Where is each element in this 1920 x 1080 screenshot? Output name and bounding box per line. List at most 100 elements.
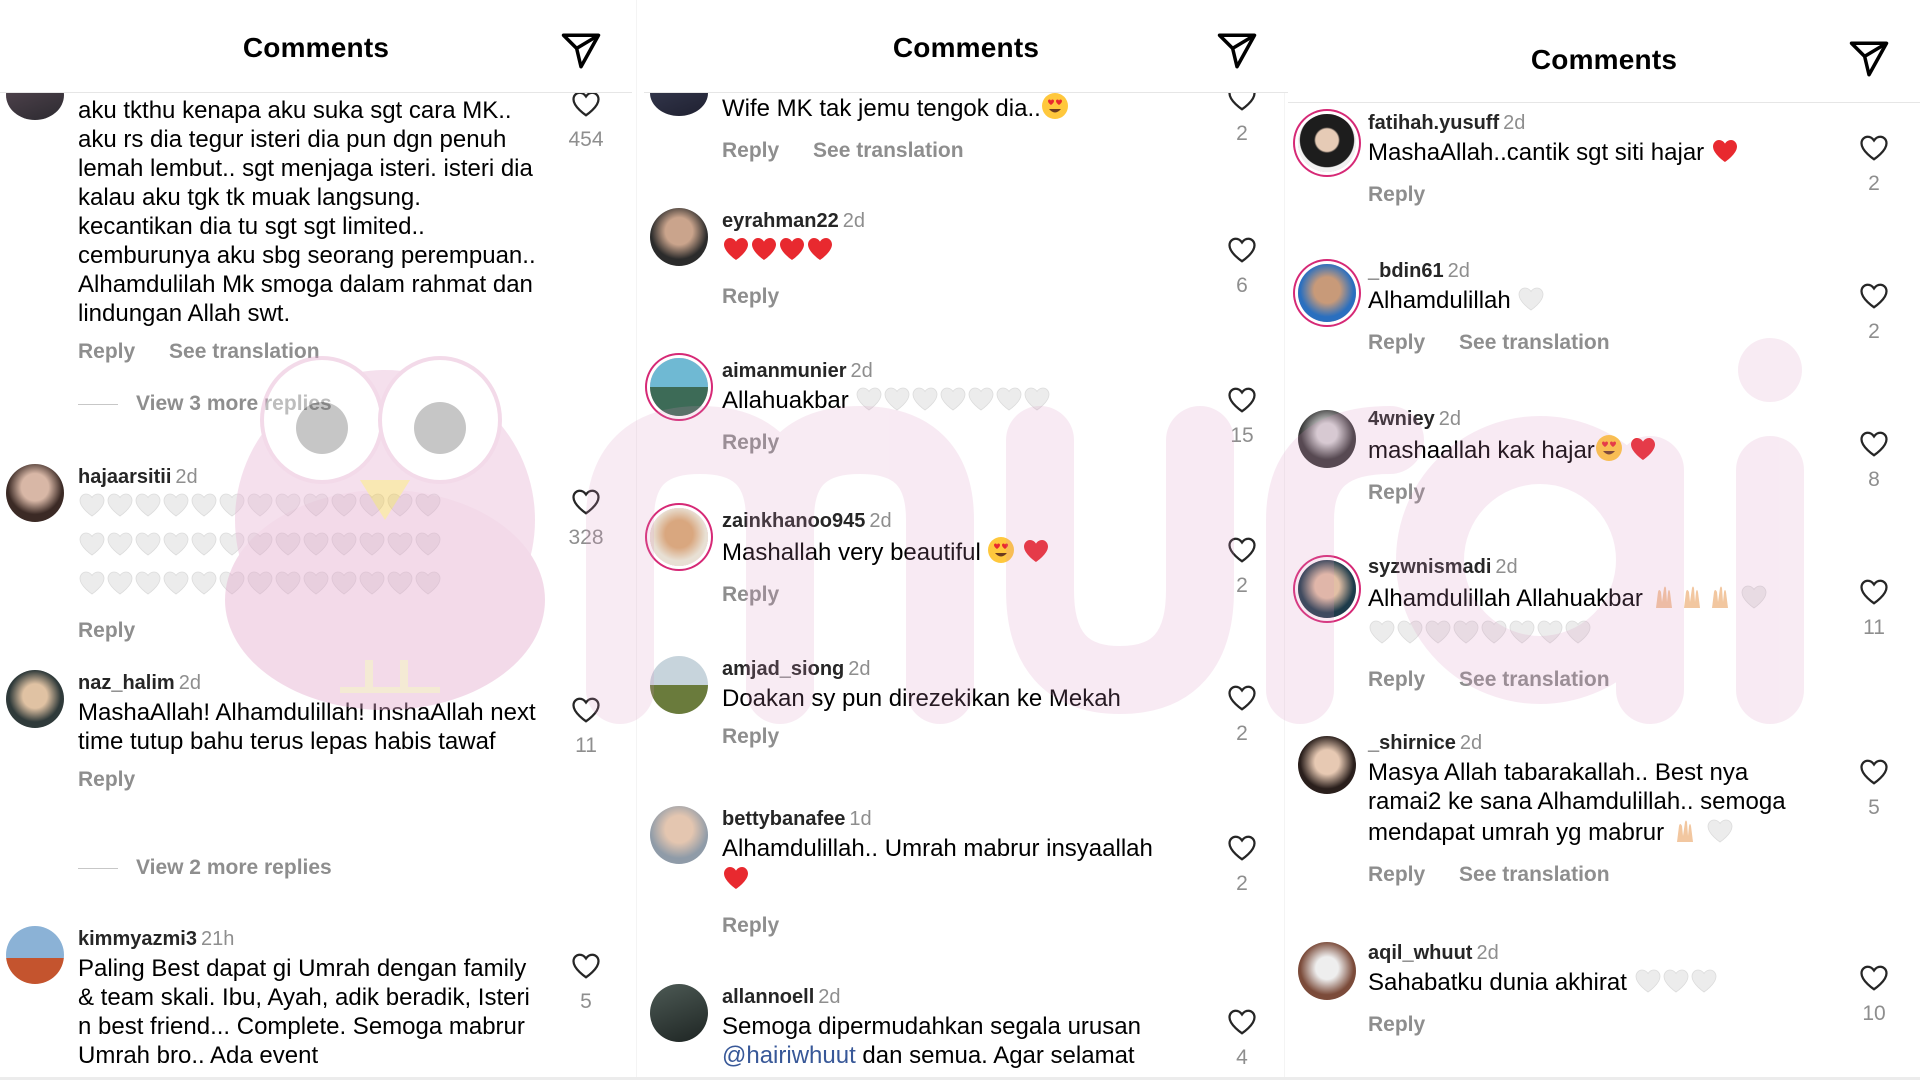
- like-heart-icon[interactable]: [1859, 964, 1889, 992]
- send-icon[interactable]: [1848, 38, 1890, 80]
- comment-actions: Reply: [722, 285, 1196, 309]
- comment-meta: hajaarsitii 2d: [78, 464, 540, 490]
- avatar[interactable]: [6, 464, 64, 522]
- avatar[interactable]: [650, 358, 708, 416]
- see-translation-button[interactable]: See translation: [1459, 863, 1610, 886]
- username[interactable]: aqil_whuut: [1368, 942, 1472, 964]
- username[interactable]: naz_halim: [78, 672, 175, 694]
- view-more-replies[interactable]: View 2 more replies: [78, 856, 332, 880]
- like-heart-icon[interactable]: [571, 696, 601, 724]
- username[interactable]: _shirnice: [1368, 732, 1456, 754]
- mention-link[interactable]: @hairiwhuut: [722, 1042, 856, 1069]
- heart-white-emoji: [78, 531, 106, 568]
- reply-button[interactable]: Reply: [722, 725, 779, 748]
- like-group: 15: [1222, 386, 1262, 448]
- send-icon[interactable]: [560, 30, 602, 72]
- username[interactable]: fatihah.yusuff: [1368, 112, 1499, 134]
- reply-button[interactable]: Reply: [1368, 183, 1425, 206]
- like-count: 2: [1236, 872, 1248, 895]
- username[interactable]: zainkhanoo945: [722, 510, 865, 532]
- avatar[interactable]: [1298, 560, 1356, 618]
- panel-divider: [1284, 0, 1285, 1080]
- username[interactable]: bettybanafee: [722, 808, 845, 830]
- reply-button[interactable]: Reply: [722, 431, 779, 454]
- username[interactable]: aimanmunier: [722, 360, 846, 382]
- avatar[interactable]: [650, 508, 708, 566]
- comments-title: Comments: [242, 32, 390, 63]
- like-heart-icon[interactable]: [1227, 1008, 1257, 1036]
- username[interactable]: amjad_siong: [722, 658, 844, 680]
- heart-white-emoji: [1368, 619, 1396, 656]
- avatar[interactable]: [650, 656, 708, 714]
- like-heart-icon[interactable]: [571, 488, 601, 516]
- heart-white-emoji: [1517, 286, 1545, 319]
- comments-panel-right: Comments fatihah.yusuff 2d MashaAllah..ca…: [1288, 0, 1920, 1080]
- reply-button[interactable]: Reply: [722, 139, 779, 162]
- reply-button[interactable]: Reply: [1368, 331, 1425, 354]
- view-replies-label: View 2 more replies: [136, 856, 332, 879]
- send-icon[interactable]: [1216, 30, 1258, 72]
- like-heart-icon[interactable]: [571, 90, 601, 118]
- like-heart-icon[interactable]: [1227, 386, 1257, 414]
- avatar[interactable]: [650, 984, 708, 1042]
- reply-button[interactable]: Reply: [1368, 863, 1425, 886]
- reply-button[interactable]: Reply: [722, 583, 779, 606]
- like-count: 2: [1236, 722, 1248, 745]
- reply-button[interactable]: Reply: [1368, 1013, 1425, 1036]
- avatar[interactable]: [1298, 942, 1356, 1000]
- avatar[interactable]: [6, 670, 64, 728]
- heart-white-emoji: [106, 531, 134, 568]
- like-heart-icon[interactable]: [1859, 758, 1889, 786]
- like-heart-icon[interactable]: [1227, 684, 1257, 712]
- see-translation-button[interactable]: See translation: [1459, 668, 1610, 691]
- comment-text: Allahuakbar: [722, 386, 1196, 419]
- timestamp: 2d: [842, 210, 865, 232]
- avatar[interactable]: [6, 926, 64, 984]
- username[interactable]: kimmyazmi3: [78, 928, 197, 950]
- avatar[interactable]: [650, 806, 708, 864]
- like-group: 11: [1854, 578, 1894, 640]
- like-heart-icon[interactable]: [1859, 430, 1889, 458]
- like-count: 454: [568, 128, 604, 151]
- reply-button[interactable]: Reply: [78, 340, 135, 363]
- reply-button[interactable]: Reply: [1368, 668, 1425, 691]
- like-heart-icon[interactable]: [1859, 282, 1889, 310]
- see-translation-button[interactable]: See translation: [169, 340, 320, 363]
- comment-text: Alhamdulillah: [1368, 286, 1828, 319]
- reply-button[interactable]: Reply: [78, 619, 135, 642]
- avatar[interactable]: [650, 208, 708, 266]
- reply-button[interactable]: Reply: [78, 768, 135, 791]
- username[interactable]: _bdin61: [1368, 260, 1444, 282]
- white-hearts-row: [78, 492, 540, 529]
- like-heart-icon[interactable]: [1227, 834, 1257, 862]
- reply-button[interactable]: Reply: [1368, 481, 1425, 504]
- like-heart-icon[interactable]: [1859, 578, 1889, 606]
- username[interactable]: eyrahman22: [722, 210, 839, 232]
- see-translation-button[interactable]: See translation: [813, 139, 964, 162]
- avatar[interactable]: [1298, 114, 1356, 172]
- like-heart-icon[interactable]: [1227, 236, 1257, 264]
- comment-actions: Reply See translation: [722, 139, 1196, 163]
- praying-hands-emoji: [1650, 582, 1678, 617]
- comment-meta: fatihah.yusuff 2d: [1368, 110, 1828, 136]
- like-heart-icon[interactable]: [1859, 134, 1889, 162]
- heart-white-emoji: [386, 531, 414, 568]
- username[interactable]: 4wniey: [1368, 408, 1435, 430]
- like-heart-icon[interactable]: [1227, 536, 1257, 564]
- heart-white-emoji: [134, 492, 162, 529]
- see-translation-button[interactable]: See translation: [1459, 331, 1610, 354]
- avatar[interactable]: [1298, 264, 1356, 322]
- username[interactable]: allannoell: [722, 986, 814, 1008]
- comment-text: Paling Best dapat gi Umrah dengan family…: [78, 955, 530, 1069]
- heart-white-emoji: [78, 570, 106, 607]
- avatar[interactable]: [1298, 410, 1356, 468]
- view-more-replies[interactable]: View 3 more replies: [78, 392, 332, 416]
- avatar[interactable]: [1298, 736, 1356, 794]
- username[interactable]: hajaarsitii: [78, 466, 171, 488]
- reply-button[interactable]: Reply: [722, 914, 779, 937]
- like-heart-icon[interactable]: [571, 952, 601, 980]
- like-count: 2: [1868, 172, 1880, 195]
- username[interactable]: syzwnismadi: [1368, 556, 1491, 578]
- heart-white-emoji: [1634, 968, 1662, 1001]
- reply-button[interactable]: Reply: [722, 285, 779, 308]
